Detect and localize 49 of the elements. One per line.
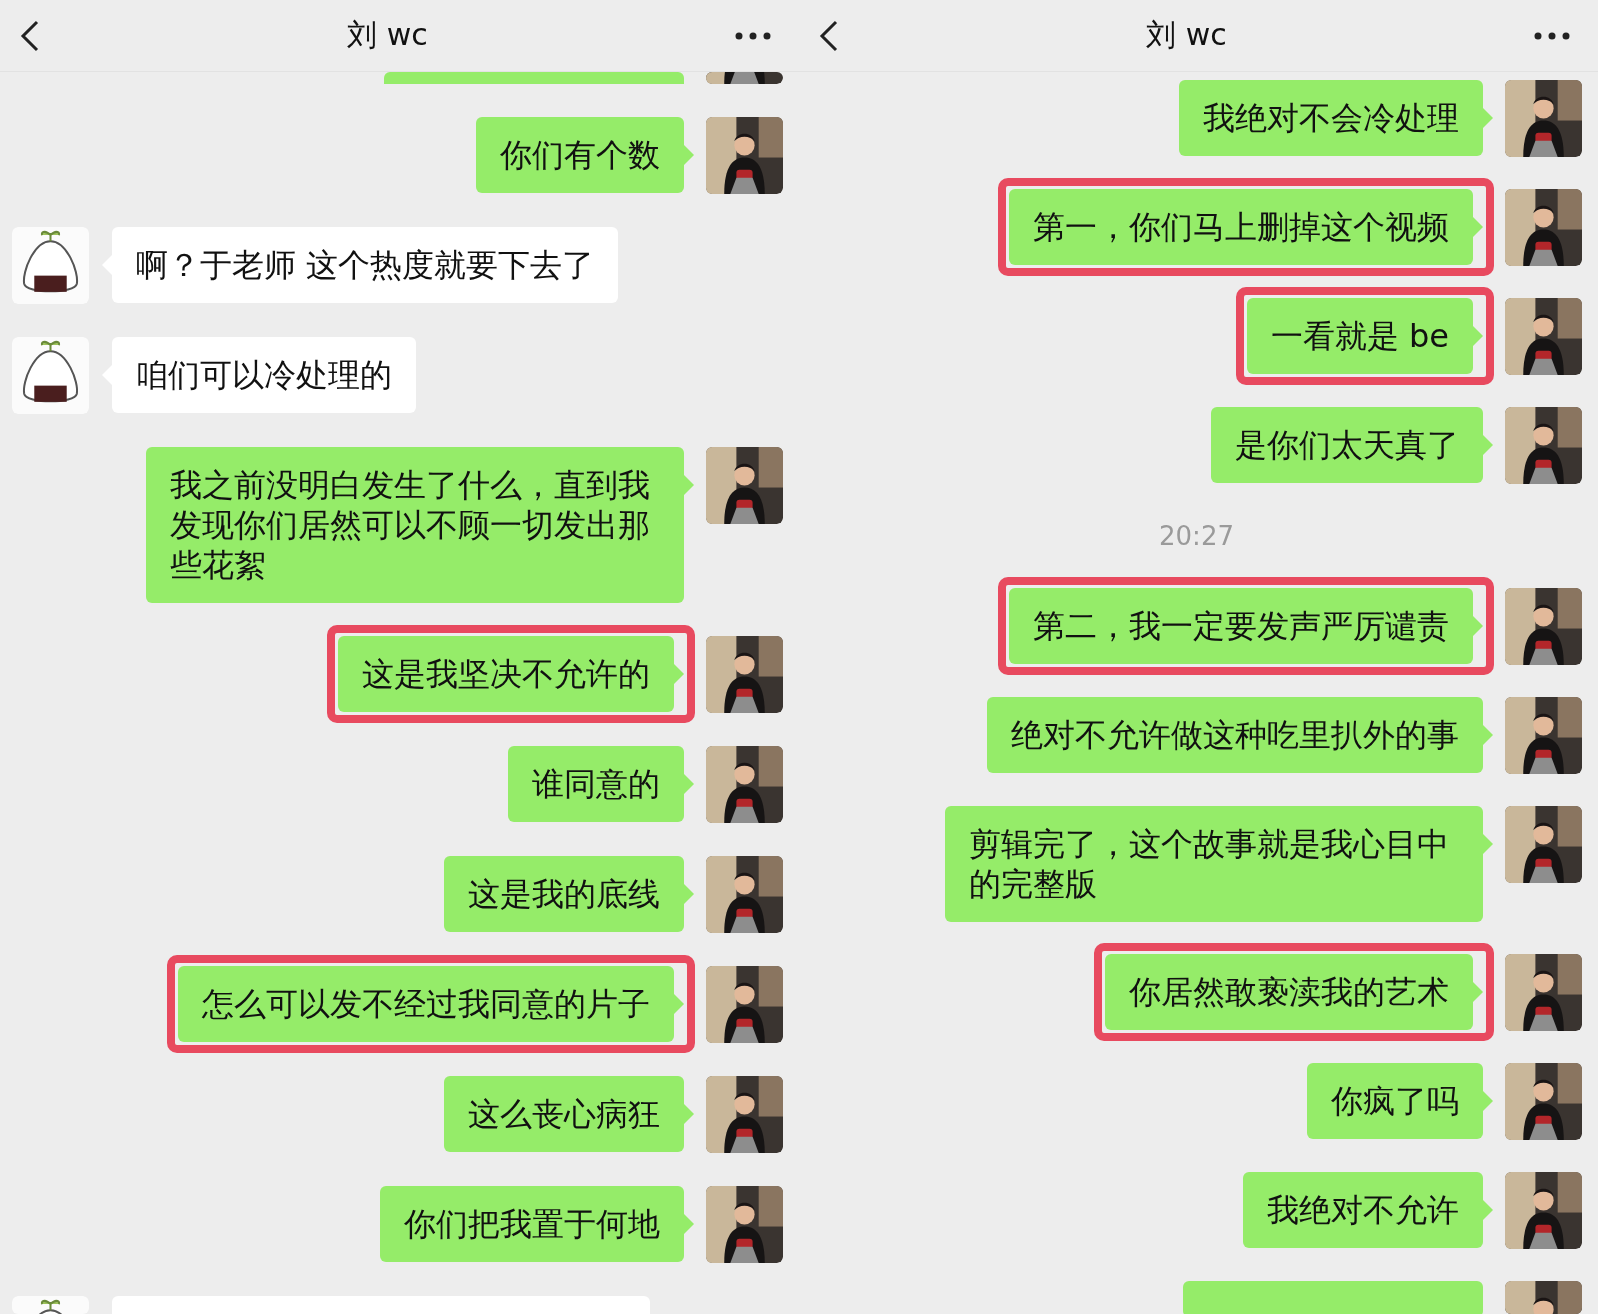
avatar-icon[interactable] (706, 1186, 783, 1263)
message-bubble: 是你们太天真了 (1211, 407, 1483, 483)
avatar-icon[interactable] (1505, 298, 1582, 375)
avatar-icon[interactable] (12, 227, 89, 304)
message-bubble: 我绝对不会冷处理 (1179, 80, 1483, 156)
chat-title: 刘 wc (347, 16, 428, 54)
message-bubble: 啊？于老师 这个热度就要下去了 (112, 227, 619, 303)
message-bubble: 第二，我一定要发声严厉谴责 (1009, 588, 1473, 664)
avatar-icon[interactable] (1505, 80, 1582, 157)
chat-title: 刘 wc (1146, 16, 1227, 54)
message-bubble: 这么丧心病狂 (444, 1076, 684, 1152)
avatar-icon[interactable] (1505, 806, 1582, 883)
avatar-icon[interactable] (1505, 1172, 1582, 1249)
avatar-icon[interactable] (706, 1076, 783, 1153)
message-bubble: 怎么可以发不经过我同意的片子 (178, 966, 674, 1042)
back-icon[interactable] (819, 18, 839, 53)
more-icon[interactable] (1534, 31, 1570, 40)
message-bubble: 谁同意的 (508, 746, 684, 822)
message-bubble: 你疯了吗 (1307, 1063, 1483, 1139)
message-bubble: 我之前没明白发生了什么，直到我发现你们居然可以不顾一切发出那些花絮 (146, 447, 684, 603)
back-icon[interactable] (20, 18, 40, 53)
avatar-icon[interactable] (706, 636, 783, 713)
avatar-icon[interactable] (1505, 189, 1582, 266)
avatar-icon[interactable] (706, 856, 783, 933)
avatar-icon[interactable] (12, 337, 89, 414)
timestamp: 20:27 (1159, 520, 1234, 553)
message-bubble: 这是我的底线 (444, 856, 684, 932)
message-bubble: 你居然敢亵渎我的艺术 (1105, 954, 1473, 1030)
avatar-icon[interactable] (706, 117, 783, 194)
avatar-icon[interactable] (1505, 407, 1582, 484)
message-bubble: 我绝对不允许 (1243, 1172, 1483, 1248)
avatar-icon[interactable] (706, 966, 783, 1043)
avatar-icon[interactable] (706, 447, 783, 524)
avatar-icon[interactable] (1505, 954, 1582, 1031)
message-bubble: 你们有个数 (476, 117, 684, 193)
message-bubble: 你们把我置于何地 (380, 1186, 684, 1262)
message-bubble: 剪辑完了，这个故事就是我心目中的完整版 (945, 806, 1483, 922)
message-bubble: 这是我坚决不允许的 (338, 636, 674, 712)
message-bubble: 一看就是 be (1246, 298, 1473, 374)
message-bubble: 咱们可以冷处理的 (112, 337, 416, 413)
avatar-icon[interactable] (706, 746, 783, 823)
message-bubble: 绝对不允许做这种吃里扒外的事 (987, 697, 1483, 773)
avatar-icon[interactable] (1505, 697, 1582, 774)
avatar-icon[interactable] (706, 72, 783, 84)
avatar-icon[interactable] (1505, 588, 1582, 665)
message-bubble: 第一，你们马上删掉这个视频 (1009, 189, 1473, 265)
avatar-icon[interactable] (1505, 1063, 1582, 1140)
more-icon[interactable] (735, 31, 771, 40)
avatar-icon[interactable] (1505, 1281, 1582, 1314)
